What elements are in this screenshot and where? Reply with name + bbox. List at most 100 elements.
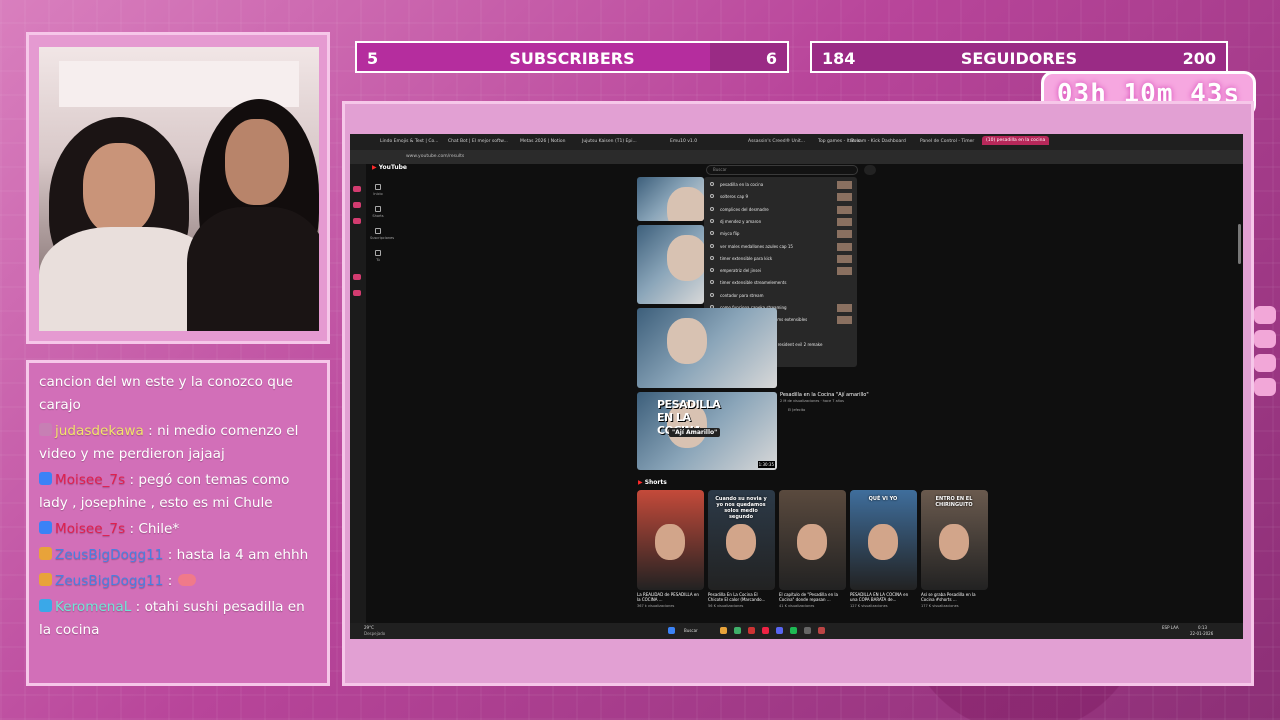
- browser-tab[interactable]: Metas 2026 | Notion: [520, 139, 566, 144]
- weather-temp[interactable]: 29°C: [364, 625, 374, 630]
- youtube-search-input[interactable]: Buscar: [706, 165, 858, 175]
- start-icon[interactable]: [668, 627, 675, 634]
- search-suggestion[interactable]: timer extensible para kick: [720, 256, 772, 261]
- chat-message: cancion del wn este y la conozco que car…: [39, 371, 317, 417]
- browser-tab[interactable]: (10) pesadilla en la cocina: [982, 136, 1050, 145]
- short-thumbnail[interactable]: ENTRO EN EL CHIRINGUITO: [921, 490, 988, 590]
- screen-share: Lindo Emojis & Text | Co... Chat Bot | El…: [350, 134, 1243, 639]
- search-suggestion[interactable]: ver males medallones azules cap 15: [720, 244, 793, 249]
- sidebar-app-icon[interactable]: [353, 218, 361, 224]
- browser-tab[interactable]: Jujutsu Kaisen (T1) Epi...: [582, 139, 637, 144]
- windows-taskbar: 29°C Despejado Buscar ESP LAA 0:13 22-01…: [350, 623, 1243, 639]
- thumbnail-face: [667, 187, 704, 221]
- youtube-nav-item[interactable]: Tú: [370, 250, 386, 262]
- video-title[interactable]: Pesadilla en la Cocina "Ají amarillo": [780, 392, 869, 398]
- address-url[interactable]: www.youtube.com/results: [406, 154, 464, 159]
- browser-tab[interactable]: Lindo Emojis & Text | Co...: [380, 139, 438, 144]
- suggestion-thumbnail: [837, 205, 852, 214]
- shorts-label: Shorts: [644, 479, 667, 486]
- tool-icon: [39, 472, 52, 485]
- short-thumbnail[interactable]: Cuando su novia y yo nos quedamos solos …: [708, 490, 775, 590]
- search-suggestion[interactable]: solteros cap 9: [720, 194, 748, 199]
- browser-tab[interactable]: Chat Bot | El mejor softw...: [448, 139, 508, 144]
- suggestion-thumbnail: [837, 181, 852, 189]
- short-thumbnail[interactable]: [779, 490, 846, 590]
- sidebar-app-icon[interactable]: [353, 202, 361, 208]
- taskbar-search[interactable]: Buscar: [684, 628, 698, 633]
- video-thumbnail[interactable]: [637, 308, 777, 388]
- opera-icon[interactable]: [748, 627, 755, 634]
- short-title[interactable]: Así se graba Pesadilla en la Cocina #sho…: [921, 592, 983, 602]
- thumbnail-face: [667, 235, 704, 281]
- search-suggestion[interactable]: contador para stream: [720, 293, 763, 298]
- short-title[interactable]: La REALIDAD de PESADILLA en la COCINA ..…: [637, 592, 699, 602]
- short-thumbnail[interactable]: QUÉ VI YO: [850, 490, 917, 590]
- short-thumbnail[interactable]: [637, 490, 704, 590]
- chat-username[interactable]: Moisee_7s: [55, 472, 125, 488]
- steam-icon[interactable]: [804, 627, 811, 634]
- scrollbar[interactable]: [1238, 224, 1241, 264]
- sidebar-app-icon[interactable]: [353, 186, 361, 192]
- video-channel[interactable]: El Jefecito: [788, 408, 805, 412]
- sidebar-app-icon[interactable]: [353, 290, 361, 296]
- store-icon[interactable]: [734, 627, 741, 634]
- nav-label: Inicio: [373, 192, 383, 196]
- browser-tab[interactable]: Assassin's Creed® Unit...: [748, 139, 805, 144]
- language-indicator[interactable]: ESP LAA: [1162, 625, 1179, 630]
- video-thumbnail-main[interactable]: PESADILLA EN LA COCINA "Ají Amarillo" 1:…: [637, 392, 777, 470]
- short-views: 367 k visualizaciones: [637, 604, 675, 608]
- chat-username[interactable]: ZeusBigDogg11: [55, 547, 163, 563]
- chat-message: Moisee_7s : pegó con temas como lady , j…: [39, 469, 317, 515]
- obs-icon[interactable]: [818, 627, 825, 634]
- chat-username[interactable]: Moisee_7s: [55, 521, 125, 537]
- browser-icon[interactable]: [762, 627, 769, 634]
- suggestion-thumbnail: [837, 267, 852, 276]
- coin-icon: [39, 547, 52, 560]
- history-icon: [710, 231, 714, 236]
- clock-time[interactable]: 0:13: [1198, 625, 1207, 630]
- short-title[interactable]: El capítulo de "Pesadilla en la Cocina" …: [779, 592, 841, 602]
- suggestion-thumbnail: [837, 316, 852, 325]
- search-suggestion[interactable]: pesadilla en la cocina: [720, 182, 763, 187]
- suggestion-thumbnail: [837, 217, 852, 226]
- video-thumbnail[interactable]: [637, 225, 704, 304]
- chat-message: judasdekawa : ni medio comenzo el video …: [39, 420, 317, 466]
- youtube-nav-item[interactable]: Suscripciones: [370, 228, 394, 240]
- sidebar-app-icon[interactable]: [353, 274, 361, 280]
- video-thumbnail[interactable]: [637, 177, 704, 221]
- clock-date[interactable]: 22-01-2026: [1190, 631, 1213, 636]
- search-suggestion[interactable]: complices del desmadre: [720, 207, 769, 212]
- search-suggestion[interactable]: miyco flip: [720, 231, 739, 236]
- short-title[interactable]: PESADILLA EN LA COCINA en una COPA BARAT…: [850, 592, 912, 602]
- chat-username[interactable]: judasdekawa: [55, 423, 144, 439]
- browser-tab[interactable]: Panel de Control - Timer: [920, 139, 974, 144]
- webcam-frame: [26, 32, 330, 344]
- subscribers-goal-label: SUBSCRIBERS: [509, 49, 635, 68]
- youtube-nav-item[interactable]: Inicio: [370, 184, 386, 196]
- chat-username[interactable]: KeromenaL: [55, 599, 131, 615]
- spotify-icon[interactable]: [790, 627, 797, 634]
- youtube-label: YouTube: [378, 164, 407, 171]
- search-button[interactable]: [864, 165, 876, 175]
- cube-icon: [39, 599, 52, 612]
- browser-tab[interactable]: Emu10 v1.0: [670, 139, 697, 144]
- short-title[interactable]: Pesadilla En La Cocina El Chicote El cal…: [708, 592, 770, 602]
- youtube-nav-item[interactable]: Shorts: [370, 206, 386, 218]
- history-icon: [710, 218, 714, 223]
- short-views: 56 K visualizaciones: [708, 604, 744, 608]
- subscribers-goal: 5 SUBSCRIBERS 6: [355, 41, 789, 73]
- search-suggestion[interactable]: timer extensible streamelements: [720, 280, 786, 285]
- search-suggestion[interactable]: emperatriz del jinsei: [720, 268, 761, 273]
- nav-icon: [375, 206, 381, 212]
- discord-icon[interactable]: [776, 627, 783, 634]
- browser-address-bar[interactable]: www.youtube.com/results: [350, 150, 1243, 164]
- youtube-logo[interactable]: ▶ YouTube: [372, 164, 407, 171]
- streamer-2-body: [187, 207, 319, 331]
- chat-username[interactable]: ZeusBigDogg11: [55, 573, 163, 589]
- heart-icon: [1254, 378, 1276, 396]
- search-suggestion[interactable]: dj mendez y amaron: [720, 219, 761, 224]
- files-icon[interactable]: [720, 627, 727, 634]
- history-icon: [710, 292, 714, 297]
- browser-tab[interactable]: Stream - Kick Dashboard: [850, 139, 906, 144]
- suggestion-thumbnail: [837, 254, 852, 263]
